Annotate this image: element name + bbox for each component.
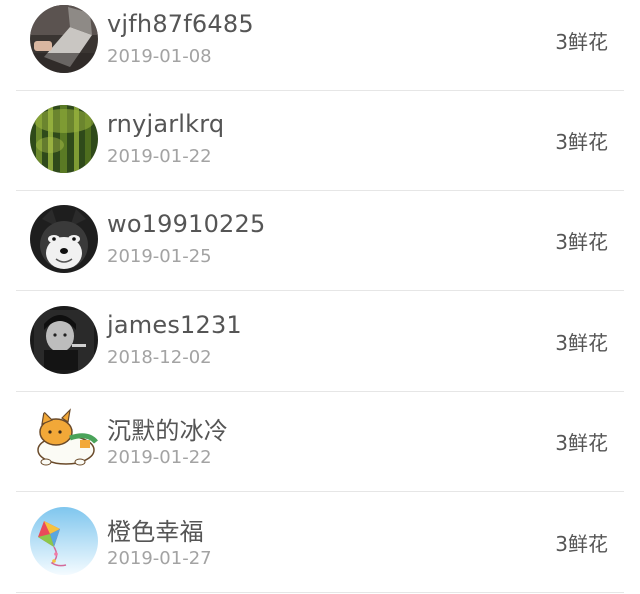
list-item[interactable]: james1231 2018-12-02 3鲜花 [0,291,640,392]
username: 橙色幸福 [107,518,204,546]
flower-count: 3鲜花 [555,230,608,254]
laptop-photo-avatar[interactable] [30,5,98,73]
username: rnyjarlkrq [107,110,225,138]
flower-count: 3鲜花 [555,130,608,154]
username: james1231 [107,311,242,339]
flower-count: 3鲜花 [555,431,608,455]
divider [16,592,624,593]
list-item[interactable]: 橙色幸福 2019-01-27 3鲜花 [0,492,640,593]
flower-count: 3鲜花 [555,532,608,556]
list-item[interactable]: rnyjarlkrq 2019-01-22 3鲜花 [0,90,640,191]
user-gift-list: vjfh87f6485 2019-01-08 3鲜花 rnyjarlkrq 20… [0,0,640,594]
bw-portrait-avatar[interactable] [30,306,98,374]
bamboo-photo-avatar[interactable] [30,105,98,173]
kite-sky-avatar[interactable] [30,507,98,575]
date-label: 2019-01-22 [107,447,212,468]
cartoon-cat-avatar[interactable] [30,406,98,474]
date-label: 2018-12-02 [107,347,212,368]
list-item[interactable]: wo19910225 2019-01-25 3鲜花 [0,190,640,291]
date-label: 2019-01-22 [107,146,212,167]
date-label: 2019-01-27 [107,548,212,569]
list-item[interactable]: 沉默的冰冷 2019-01-22 3鲜花 [0,391,640,492]
flower-count: 3鲜花 [555,331,608,355]
username: wo19910225 [107,210,266,238]
flower-count: 3鲜花 [555,30,608,54]
husky-dog-avatar[interactable] [30,205,98,273]
username: vjfh87f6485 [107,10,254,38]
date-label: 2019-01-08 [107,46,212,67]
date-label: 2019-01-25 [107,246,212,267]
username: 沉默的冰冷 [107,417,228,445]
list-item[interactable]: vjfh87f6485 2019-01-08 3鲜花 [0,0,640,91]
